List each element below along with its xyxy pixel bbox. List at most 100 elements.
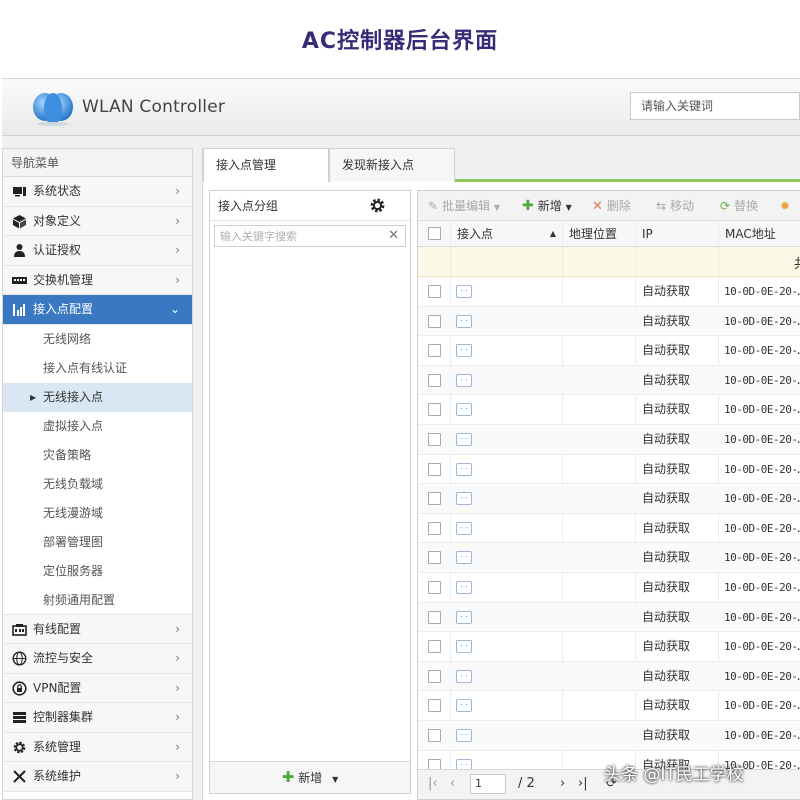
table-row[interactable]: - - 自动获取 10-0D-0E-20-… <box>418 277 800 307</box>
add-group-button[interactable]: ✚ 新增 ▼ <box>210 761 410 793</box>
ip-cell: 自动获取 <box>642 520 691 535</box>
row-checkbox[interactable] <box>428 728 441 742</box>
table-row[interactable]: - - 自动获取 10-0D-0E-20-… <box>418 602 800 633</box>
sidebar-item-switch[interactable]: 交换机管理 › <box>3 265 192 295</box>
refresh-icon: ⟳ <box>720 199 731 213</box>
row-checkbox[interactable] <box>428 285 441 298</box>
add-group-label: 新增 <box>298 771 323 785</box>
row-checkbox[interactable] <box>428 403 441 417</box>
more-button[interactable]: ✹ <box>780 191 794 221</box>
row-checkbox[interactable] <box>428 314 441 328</box>
sidebar-sub-item[interactable]: 接入点有线认证 <box>3 353 192 383</box>
row-checkbox[interactable] <box>428 699 441 713</box>
sidebar-item-label: 控制器集群 <box>33 710 94 724</box>
row-checkbox[interactable] <box>428 344 441 358</box>
column-location[interactable]: 地理位置 <box>562 221 635 247</box>
search-input[interactable] <box>630 92 800 120</box>
table-row[interactable]: - - 自动获取 10-0D-0E-20-… <box>418 395 800 425</box>
table-row[interactable]: - - 自动获取 10-0D-0E-20-… <box>418 720 800 751</box>
sun-icon: ✹ <box>780 199 791 213</box>
sidebar-sub-item[interactable]: 射频通用配置 <box>3 585 192 615</box>
sub-item-label: 接入点有线认证 <box>43 360 128 375</box>
prev-page-button[interactable]: ‹ <box>450 770 455 798</box>
sidebar-sub-item[interactable]: 无线漫游域 <box>3 498 192 528</box>
row-checkbox[interactable] <box>428 492 441 506</box>
sidebar-item-wired[interactable]: 有线配置 › <box>3 614 192 644</box>
table-row[interactable]: - - 自动获取 10-0D-0E-20-… <box>418 691 800 721</box>
sidebar-item-vpn[interactable]: VPN配置 › <box>3 673 192 703</box>
clear-icon[interactable]: ✕ <box>388 228 399 243</box>
table-row[interactable]: - - 自动获取 10-0D-0E-20-… <box>418 306 800 337</box>
table-row[interactable]: - - 自动获取 10-0D-0E-20-… <box>418 365 800 396</box>
row-checkbox[interactable] <box>428 669 441 683</box>
ip-cell: 自动获取 <box>642 313 691 328</box>
column-ip[interactable]: IP <box>635 221 718 247</box>
row-checkbox[interactable] <box>428 521 441 535</box>
mac-cell: 10-0D-0E-20-… <box>724 462 800 476</box>
table-row[interactable]: - - 自动获取 10-0D-0E-20-… <box>418 424 800 455</box>
sidebar-sub-item[interactable]: 部署管理图 <box>3 527 192 557</box>
sub-item-label: 无线漫游域 <box>43 505 104 520</box>
sidebar-sub-item[interactable]: 灾备策略 <box>3 440 192 470</box>
group-search: ✕ <box>214 225 406 247</box>
table-row[interactable]: - - 自动获取 10-0D-0E-20-… <box>418 661 800 692</box>
cluster-icon <box>13 712 26 723</box>
row-checkbox[interactable] <box>428 580 441 594</box>
row-checkbox[interactable] <box>428 373 441 387</box>
table-row[interactable]: - - 自动获取 10-0D-0E-20-… <box>418 514 800 544</box>
row-checkbox[interactable] <box>428 432 441 446</box>
logo-icon <box>33 93 73 126</box>
first-page-button[interactable]: |‹ <box>428 770 438 798</box>
next-page-button[interactable]: › <box>560 770 565 798</box>
sidebar-item-auth[interactable]: 认证授权 › <box>3 236 192 266</box>
row-checkbox[interactable] <box>428 551 441 565</box>
nav-title: 导航菜单 <box>3 149 192 177</box>
ip-cell: 自动获取 <box>642 579 691 594</box>
sidebar-item-label: VPN配置 <box>33 680 82 695</box>
add-button[interactable]: ✚ 新增 ▼ <box>522 191 572 221</box>
column-mac[interactable]: MAC地址 <box>718 221 800 247</box>
mac-cell: 10-0D-0E-20-… <box>724 285 800 298</box>
caret-down-icon: ▼ <box>332 775 339 784</box>
delete-button[interactable]: ✕ 删除 <box>592 191 631 221</box>
ap-device-icon: - - <box>456 669 472 683</box>
sidebar-item-system-admin[interactable]: 系统管理 › <box>3 732 192 762</box>
sidebar-item-label: 有线配置 <box>33 621 82 636</box>
tab-discover-new-ap[interactable]: 发现新接入点 <box>329 148 455 182</box>
sidebar-item-maintenance[interactable]: 系统维护 › <box>3 762 192 792</box>
brand-name: WLAN Controller <box>82 97 226 117</box>
sidebar-item-flow-security[interactable]: 流控与安全 › <box>3 644 192 674</box>
replace-label: 替换 <box>734 199 759 213</box>
table-row[interactable]: - - 自动获取 10-0D-0E-20-… <box>418 632 800 662</box>
table-row[interactable]: - - 自动获取 10-0D-0E-20-… <box>418 455 800 485</box>
replace-button[interactable]: ⟳ 替换 <box>720 191 758 221</box>
page-input[interactable]: 1 <box>470 774 506 794</box>
group-search-input[interactable] <box>215 226 385 246</box>
row-checkbox[interactable] <box>428 640 441 654</box>
tab-ap-management[interactable]: 接入点管理 <box>203 148 329 182</box>
table-row[interactable]: - - 自动获取 10-0D-0E-20-… <box>418 543 800 573</box>
column-ap[interactable]: 接入点 ▲ <box>450 221 562 247</box>
table-row[interactable]: - - 自动获取 10-0D-0E-20-… <box>418 573 800 603</box>
gear-icon[interactable] <box>369 197 386 214</box>
sidebar-item-object-definition[interactable]: 对象定义 › <box>3 206 192 236</box>
sidebar-item-ap-config[interactable]: 接入点配置 ⌄ <box>3 295 192 325</box>
row-checkbox[interactable] <box>428 610 441 624</box>
sidebar-sub-item[interactable]: 无线网络 <box>3 324 192 354</box>
sidebar-item-cluster[interactable]: 控制器集群 › <box>3 703 192 733</box>
row-checkbox[interactable] <box>428 462 441 476</box>
table-row[interactable]: - - 自动获取 10-0D-0E-20-… <box>418 484 800 514</box>
move-button[interactable]: ⇆ 移动 <box>656 191 694 221</box>
batch-edit-button[interactable]: ✎ 批量编辑 ▼ <box>428 191 500 221</box>
select-all-checkbox[interactable] <box>428 227 441 240</box>
sidebar-sub-item[interactable]: 虚拟接入点 <box>3 411 192 441</box>
sidebar-item-system-status[interactable]: 系统状态 › <box>3 177 192 207</box>
table-row[interactable]: - - 自动获取 10-0D-0E-20-… <box>418 336 800 366</box>
last-page-button[interactable]: ›| <box>578 770 588 798</box>
sidebar-sub-item[interactable]: 定位服务器 <box>3 556 192 586</box>
sidebar-sub-item-selected[interactable]: ▶ 无线接入点 <box>3 382 192 412</box>
sub-item-label: 无线负载域 <box>43 476 104 491</box>
sort-up-icon: ▲ <box>549 229 556 238</box>
sidebar-sub-item[interactable]: 无线负载域 <box>3 469 192 499</box>
sidebar: 导航菜单 系统状态 › 对象定义 › 认证授权 › 交换机管理 › 接入点配置 … <box>2 148 193 800</box>
